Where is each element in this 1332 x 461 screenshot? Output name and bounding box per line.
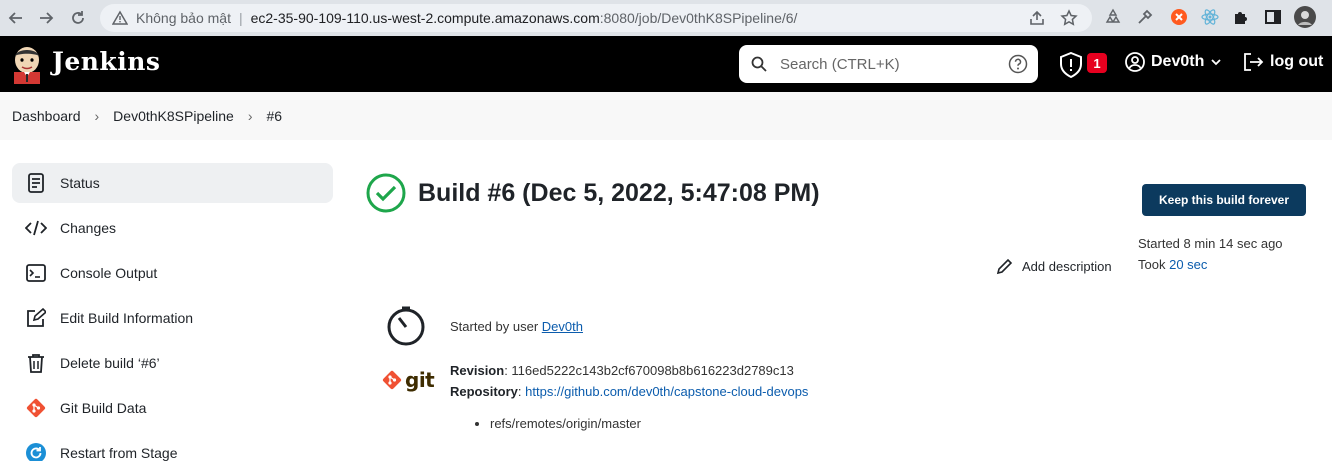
sidebar-item-status[interactable]: Status [12,163,333,203]
security-label: Không bảo mật [136,10,231,26]
document-icon [24,171,48,195]
search-input[interactable] [780,54,1000,74]
address-bar-actions [1028,9,1078,27]
sidebar-item-label: Restart from Stage [60,445,178,461]
edit-icon [24,306,48,330]
url-host: ec2-35-90-109-110.us-west-2.compute.amaz… [250,10,600,26]
sidebar-item-changes[interactable]: Changes [12,208,333,248]
jenkins-header: Jenkins 1 Dev0th log out [0,36,1332,92]
sidebar-item-console-output[interactable]: Console Output [12,253,333,293]
security-shield-icon[interactable] [1059,52,1083,78]
reload-icon [72,11,84,24]
help-icon[interactable] [1008,54,1028,74]
keep-build-forever-button[interactable]: Keep this build forever [1142,184,1306,216]
browser-toolbar: Không bảo mật | ec2-35-90-109-110.us-wes… [0,0,1332,36]
sidebar-item-label: Edit Build Information [60,310,194,326]
duration-link[interactable]: 20 sec [1169,257,1207,272]
user-icon [1125,52,1145,72]
started-text: Started 8 min 14 sec ago [1138,236,1283,251]
share-icon[interactable] [1028,9,1046,27]
logout-icon [1244,53,1264,71]
chevron-right-icon: › [94,108,100,124]
build-heading: Build #6 (Dec 5, 2022, 5:47:08 PM) [366,173,820,213]
search-box [739,45,1038,83]
git-wordmark: git [405,368,435,392]
restart-icon [24,441,48,461]
refs-list: refs/remotes/origin/master [474,416,641,431]
puzzle-extensions-icon[interactable] [1230,6,1252,28]
sidebar-item-label: Status [60,175,100,191]
list-item: refs/remotes/origin/master [490,416,641,431]
trash-icon [24,351,48,375]
git-icon [382,370,402,390]
recycle-extension-icon[interactable] [1102,6,1124,28]
logout-label: log out [1270,53,1324,70]
sidebar-item-label: Changes [60,220,117,236]
star-icon[interactable] [1060,9,1078,27]
revision-label: Revision [450,363,505,378]
chevron-down-icon [1211,59,1221,66]
sidebar: Status Changes Console Output Edit Build… [12,163,333,461]
react-extension-icon[interactable] [1199,6,1221,28]
warning-icon [112,10,128,25]
eyedropper-extension-icon[interactable] [1134,6,1156,28]
user-menu[interactable]: Dev0th [1125,52,1222,72]
breadcrumb: Dashboard › Dev0thK8SPipeline › #6 [0,92,1332,140]
logout-link[interactable]: log out [1242,52,1323,72]
breadcrumb-dashboard[interactable]: Dashboard [12,108,81,124]
arrow-right-icon [40,12,54,24]
add-description-link[interactable]: Add description [996,257,1112,275]
security-badge[interactable]: 1 [1087,53,1107,73]
forward-button[interactable] [32,4,60,32]
took-prefix: Took [1138,257,1166,272]
sidepanel-icon[interactable] [1262,6,1284,28]
build-timing: Started 8 min 14 sec ago Took 20 sec [1138,233,1283,275]
url-separator: | [238,10,243,26]
sidebar-item-restart-from-stage[interactable]: Restart from Stage [12,433,333,461]
sidebar-item-label: Console Output [60,265,158,281]
brand-name[interactable]: Jenkins [52,47,160,76]
back-button[interactable] [2,4,30,32]
repository-link[interactable]: https://github.com/dev0th/capstone-cloud… [525,384,808,399]
revision-value: 116ed5222c143b2cf670098b8b616223d2789c13 [511,363,794,378]
url-path: :8080/job/Dev0thK8SPipeline/6/ [599,10,798,26]
terminal-icon [24,261,48,285]
add-description-label: Add description [1022,258,1112,274]
sidebar-item-delete-build[interactable]: Delete build ‘#6’ [12,343,333,383]
revision-line: Revision: 116ed5222c143b2cf670098b8b6162… [450,363,794,378]
sidebar-item-edit-build-information[interactable]: Edit Build Information [12,298,333,338]
user-name: Dev0th [1151,53,1205,70]
repository-label: Repository [450,384,518,399]
took-line: Took 20 sec [1138,254,1283,275]
git-logo: git [381,368,435,392]
breadcrumb-build[interactable]: #6 [266,108,282,124]
git-icon [24,396,48,420]
breadcrumb-pipeline[interactable]: Dev0thK8SPipeline [113,108,234,124]
page-title: Build #6 (Dec 5, 2022, 5:47:08 PM) [418,178,820,207]
timer-icon [387,306,425,346]
search-icon [751,56,767,72]
orange-extension-icon[interactable] [1168,6,1190,28]
sidebar-item-label: Git Build Data [60,400,147,416]
jenkins-logo-icon[interactable] [10,44,44,84]
cause-prefix: Started by user [450,319,539,334]
pencil-icon [996,258,1013,275]
repository-line: Repository: https://github.com/dev0th/ca… [450,384,809,399]
build-cause: Started by user Dev0th [450,319,583,334]
reload-button[interactable] [64,4,92,32]
success-check-icon [366,173,406,213]
build-cause-icon-wrap [384,305,428,347]
cause-user-link[interactable]: Dev0th [542,319,583,334]
code-icon [24,216,48,240]
chevron-right-icon: › [247,108,253,124]
profile-avatar-icon[interactable] [1294,6,1316,28]
sidebar-item-git-build-data[interactable]: Git Build Data [12,388,333,428]
sidebar-item-label: Delete build ‘#6’ [60,355,160,371]
arrow-left-icon [8,12,22,24]
git-revision-info: Revision: 116ed5222c143b2cf670098b8b6162… [450,360,808,402]
address-bar[interactable]: Không bảo mật | ec2-35-90-109-110.us-wes… [100,4,1092,32]
